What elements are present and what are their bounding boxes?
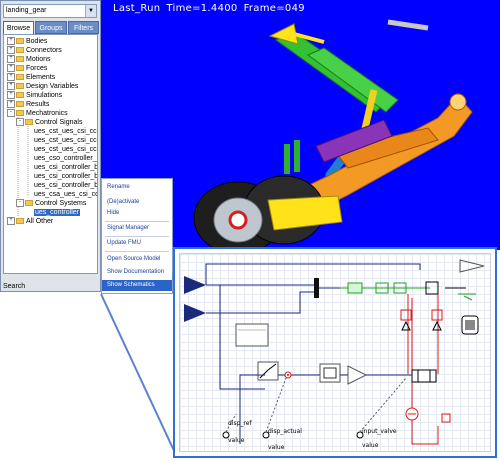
folder-icon [16,47,24,54]
tree-item-motions[interactable]: + Motions [7,55,51,64]
browser-tabs: Browse Groups Filters [3,21,101,34]
tab-browse[interactable]: Browse [3,21,34,34]
folder-icon [16,110,24,117]
menu-item-hide[interactable]: Hide [102,208,172,219]
label-value-3: value [362,442,379,449]
tree-item-simulations[interactable]: + Simulations [7,91,62,100]
expand-icon[interactable]: + [7,55,15,64]
menu-item-show-documentation[interactable]: Show Documentation [102,267,172,278]
tree-item-forces[interactable]: + Forces [7,64,47,73]
folder-icon [16,101,24,108]
expand-icon[interactable]: + [7,217,15,226]
collapse-icon[interactable]: - [16,118,24,127]
tree-item-bodies[interactable]: + Bodies [7,37,47,46]
folder-icon [16,83,24,90]
model-select[interactable]: landing_gear ▼ [3,4,97,18]
label-value-1: value [228,437,245,444]
folder-icon [16,38,24,45]
folder-icon [16,74,24,81]
tree-item-signal[interactable]: ues_cst_ues_csi_cc [34,145,97,154]
menu-item-open-source-model[interactable]: Open Source Model [102,254,172,265]
menu-item-update-fmu[interactable]: Update FMU [102,238,172,249]
folder-icon [25,200,33,207]
schematic-canvas[interactable]: disp_ref value disp_actual value input_v… [179,253,491,452]
menu-separator [105,251,169,252]
tree-item-elements[interactable]: + Elements [7,73,55,82]
folder-icon [16,218,24,225]
tab-filters[interactable]: Filters [68,21,99,34]
tree-item-signal[interactable]: ues_cst_ues_csi_cc [34,136,97,145]
tree-item-all-other[interactable]: + All Other [7,217,53,226]
expand-icon[interactable]: + [7,73,15,82]
collapse-icon[interactable]: - [7,109,15,118]
tree-item-signal[interactable]: ues_csi_controller_b [34,163,97,172]
context-menu: Rename (De)activate Hide Signal Manager … [101,178,173,294]
tree-item-results[interactable]: + Results [7,100,49,109]
folder-icon [16,56,24,63]
menu-item-rename[interactable]: Rename [102,182,172,193]
expand-icon[interactable]: + [7,100,15,109]
label-input-valve: input_valve [362,428,397,435]
folder-icon [16,92,24,99]
tree-item-signal[interactable]: ues_csa_ues_csi_cc [34,190,97,199]
tree-item-signal[interactable]: ues_cso_controller_ [34,154,97,163]
folder-icon [25,119,33,126]
tree-item-connectors[interactable]: + Connectors [7,46,62,55]
folder-icon [16,65,24,72]
control-schematic [184,259,485,445]
expand-icon[interactable]: + [7,91,15,100]
collapse-icon[interactable]: - [16,199,24,208]
tree-item-control-systems[interactable]: - Control Systems [16,199,86,208]
chevron-down-icon[interactable]: ▼ [85,5,96,17]
menu-separator [105,221,169,222]
tree-item-design-variables[interactable]: + Design Variables [7,82,78,91]
expand-icon[interactable]: + [7,37,15,46]
tree-item-ues-controller[interactable]: ues_controller [34,208,80,217]
schematic-window[interactable]: disp_ref value disp_actual value input_v… [173,247,497,458]
expand-icon[interactable]: + [7,64,15,73]
label-disp-ref: disp_ref [228,420,252,427]
tree-item-mechatronics[interactable]: - Mechatronics [7,109,68,118]
model-select-value: landing_gear [6,7,47,14]
tree-item-signal[interactable]: ues_csi_controller_b [34,181,97,190]
label-disp-actual: disp_actual [268,428,302,435]
model-tree[interactable]: + Bodies + Connectors + Motions + Forces + El… [3,34,98,274]
menu-item-deactivate[interactable]: (De)activate [102,197,172,208]
label-value-2: value [268,444,285,451]
search-field[interactable]: Search [3,281,98,292]
menu-item-show-schematics[interactable]: Show Schematics [102,280,172,291]
model-browser-panel: landing_gear ▼ Browse Groups Filters + Bo… [0,0,101,292]
tree-item-signal[interactable]: ues_csi_controller_b [34,172,97,181]
tree-item-control-signals[interactable]: - Control Signals [16,118,82,127]
menu-item-signal-manager[interactable]: Signal Manager [102,223,172,234]
menu-separator [105,236,169,237]
expand-icon[interactable]: + [7,82,15,91]
tree-item-signal[interactable]: ues_cst_ues_csi_cc [34,127,97,136]
tab-groups[interactable]: Groups [35,21,67,34]
expand-icon[interactable]: + [7,46,15,55]
